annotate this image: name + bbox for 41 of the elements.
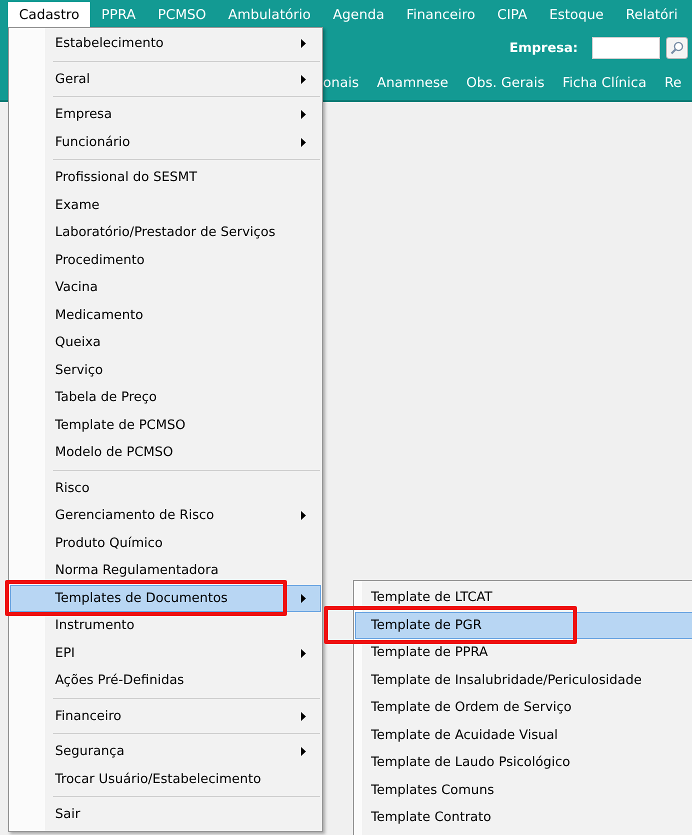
menu-item[interactable]: Medicamento	[10, 302, 321, 329]
menu-item[interactable]: Sair	[10, 801, 321, 828]
menu-item[interactable]: Procedimento	[10, 246, 321, 274]
menu-item[interactable]: Trocar Usuário/Estabelecimento	[10, 766, 321, 793]
menu-item[interactable]: Estabelecimento	[10, 30, 321, 58]
menu-item[interactable]: Risco	[10, 474, 321, 502]
menu-item[interactable]: Profissional do SESMT	[10, 164, 321, 192]
menu-item[interactable]: Tabela de Preço	[10, 384, 321, 412]
menu-item[interactable]: Queixa	[10, 329, 321, 356]
menu-item[interactable]: Modelo de PCMSO	[10, 439, 321, 466]
search-icon	[670, 41, 684, 55]
menu-item[interactable]: Segurança	[10, 738, 321, 766]
menu-item[interactable]: Produto Químico	[10, 530, 321, 557]
menu-bar-item[interactable]: Cadastro	[8, 2, 90, 28]
menu-item[interactable]: Vacina	[10, 274, 321, 302]
menu-item[interactable]: Funcionário	[10, 128, 321, 156]
menu-item[interactable]: EPI	[10, 640, 321, 667]
menu-item[interactable]: Exame	[10, 192, 321, 219]
menu-item[interactable]: Templates de Documentos	[10, 584, 321, 612]
menu-item[interactable]: Template de Insalubridade/Periculosidade	[355, 666, 692, 694]
menu-item[interactable]: Laboratório/Prestador de Serviços	[10, 219, 321, 246]
menu-item[interactable]: Template de Laudo Psicológico	[355, 749, 692, 776]
company-label: Empresa:	[509, 40, 578, 56]
menu-item[interactable]: Empresa	[10, 101, 321, 128]
menu-item[interactable]: Gerenciamento de Risco	[10, 502, 321, 530]
menu-item[interactable]: Financeiro	[10, 702, 321, 730]
search-button[interactable]	[666, 37, 688, 59]
company-field[interactable]	[592, 37, 660, 59]
menu-item[interactable]: Geral	[10, 66, 321, 93]
menu-item[interactable]: Template Contrato	[355, 804, 692, 832]
menu-item[interactable]: Ações Pré-Definidas	[10, 667, 321, 694]
menu-item[interactable]: Template de PCMSO	[10, 412, 321, 439]
menu-item[interactable]: Template de LTCAT	[355, 584, 692, 612]
menu-item[interactable]: Template de Acuidade Visual	[355, 722, 692, 749]
menu-item[interactable]: Norma Regulamentadora	[10, 557, 321, 584]
menu-item[interactable]: Templates Comuns	[355, 776, 692, 804]
menu-item[interactable]: Template de Ordem de Serviço	[355, 694, 692, 722]
menu-item[interactable]: Template de PGR	[355, 612, 692, 639]
menu-item[interactable]: Template de PPRA	[355, 639, 692, 666]
menu-item[interactable]: Instrumento	[10, 612, 321, 640]
menu-item[interactable]: Serviço	[10, 356, 321, 384]
